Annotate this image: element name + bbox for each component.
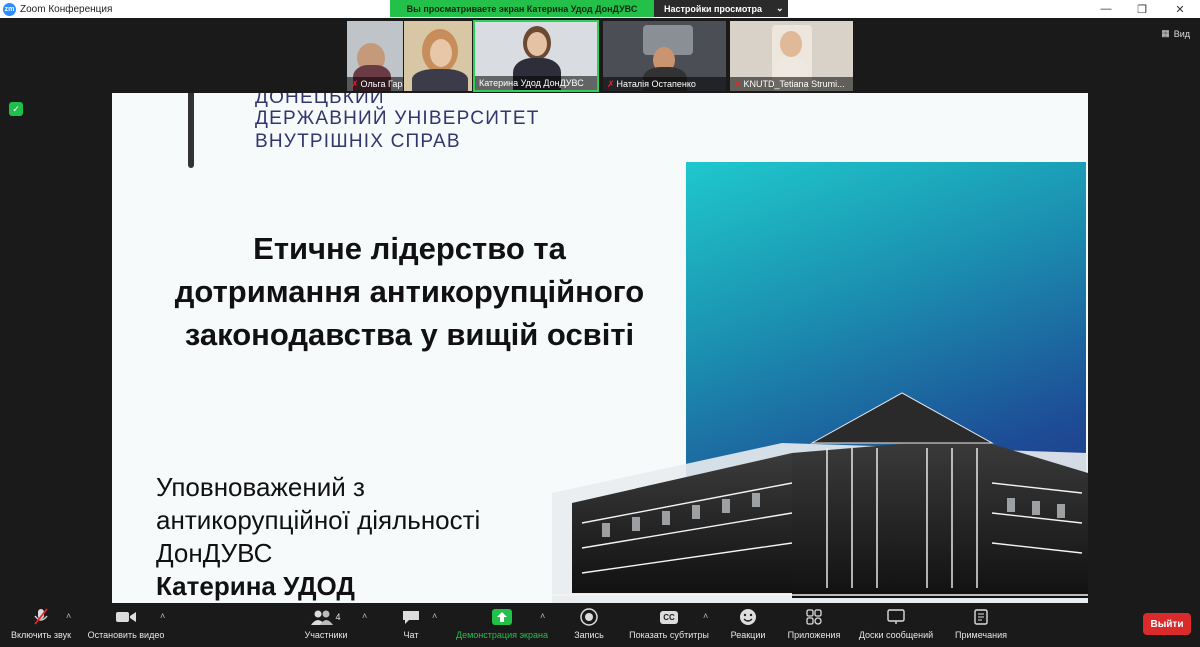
mic-muted-icon: ✗: [607, 78, 615, 89]
mic-muted-icon: [33, 607, 49, 627]
zoom-logo-icon: zm: [3, 2, 16, 16]
participant-name: Наталiя Остапенко: [616, 79, 696, 89]
participant-name: Катерина Удод ДонДУВС: [479, 78, 584, 88]
university-building-illustration: [552, 392, 1088, 603]
chevron-up-icon[interactable]: ˄: [540, 611, 545, 621]
university-line: ВНУТРІШНІХ СПРАВ: [255, 131, 461, 152]
participant-tile[interactable]: ✗ Наталiя Остапенко: [602, 20, 727, 92]
mic-muted-icon: ✗: [351, 78, 359, 89]
whiteboard-icon: [887, 607, 905, 627]
share-screen-button[interactable]: Демонстрация экрана: [452, 607, 552, 640]
participant-name: KNUTD_Tetiana Strumi...: [743, 79, 845, 89]
notes-icon: [974, 607, 988, 627]
university-line: ДОНЕЦЬКИЙ: [255, 93, 385, 108]
whiteboards-button[interactable]: Доски сообщений: [855, 607, 937, 640]
title-line: законодавства у вищій освіті: [184, 317, 635, 352]
unmute-label: Включить звук: [10, 630, 72, 640]
leave-button[interactable]: Выйти: [1143, 613, 1191, 635]
title-line: Етичне лідерство та: [253, 231, 566, 266]
chevron-up-icon[interactable]: ˄: [432, 611, 437, 621]
stop-video-button[interactable]: Остановить видео: [86, 607, 166, 640]
cc-icon: CC: [660, 607, 678, 627]
minimize-icon[interactable]: —: [1088, 0, 1124, 18]
participant-tile[interactable]: [403, 20, 473, 92]
chat-icon: [402, 607, 420, 627]
meeting-toolbar: Включить звук ˄ Остановить видео ˄ 4 Уча…: [0, 603, 1200, 647]
view-label: Вид: [1173, 28, 1190, 39]
stop-video-label: Остановить видео: [87, 630, 165, 640]
grid-view-icon: ▦: [1161, 28, 1170, 38]
share-screen-icon: [492, 607, 512, 627]
author-block: Уповноважений з антикорупційної діяльнос…: [156, 471, 480, 603]
author-line: антикорупційної діяльності: [156, 505, 481, 535]
share-banner: Вы просматриваете экран Катерина Удод До…: [390, 0, 654, 17]
maximize-icon[interactable]: ❐: [1124, 0, 1160, 18]
mic-muted-icon: ✗: [734, 78, 742, 89]
whiteboards-label: Доски сообщений: [858, 630, 934, 640]
chat-label: Чат: [403, 630, 419, 640]
reactions-icon: [739, 607, 757, 627]
zoom-window: zm Zoom Конференция Вы просматриваете эк…: [0, 0, 1200, 647]
chevron-down-icon: ⌄: [776, 3, 784, 13]
participant-tile-active-speaker[interactable]: Катерина Удод ДонДУВС: [473, 20, 599, 92]
author-line: Уповноважений з: [156, 472, 365, 502]
chevron-up-icon[interactable]: ˄: [160, 611, 165, 621]
shield-icon[interactable]: ✓: [9, 102, 23, 116]
app-title: Zoom Конференция: [20, 3, 113, 15]
video-icon: [116, 607, 136, 627]
author-name: Катерина УДОД: [156, 571, 355, 601]
record-button[interactable]: Запись: [571, 607, 607, 640]
view-settings-button[interactable]: Настройки просмотра ⌄: [654, 0, 788, 17]
chevron-up-icon[interactable]: ˄: [362, 611, 367, 621]
chevron-up-icon[interactable]: ˄: [703, 611, 708, 621]
participants-icon: 4: [311, 607, 341, 627]
view-settings-label: Настройки просмотра: [664, 3, 763, 14]
title-bar: zm Zoom Конференция Вы просматриваете эк…: [0, 0, 1200, 18]
participants-count: 4: [335, 612, 341, 622]
slide-title: Етичне лідерство та дотримання антикоруп…: [132, 227, 687, 356]
reactions-label: Реакции: [730, 630, 766, 640]
record-label: Запись: [574, 630, 604, 640]
chat-button[interactable]: Чат: [399, 607, 423, 640]
record-icon: [580, 607, 598, 627]
participants-label: Участники: [304, 630, 348, 640]
share-screen-label: Демонстрация экрана: [456, 630, 548, 640]
apps-label: Приложения: [787, 630, 841, 640]
close-icon[interactable]: ✕: [1162, 0, 1198, 18]
subtitles-label: Показать субтитры: [629, 630, 709, 640]
title-line: дотримання антикорупційного: [174, 274, 645, 309]
notes-button[interactable]: Примечания: [952, 607, 1010, 640]
subtitles-button[interactable]: CC Показать субтитры: [626, 607, 712, 640]
logo-bar: [188, 93, 194, 168]
apps-icon: [806, 607, 822, 627]
university-line: ДЕРЖАВНИЙ УНІВЕРСИТЕТ: [255, 108, 540, 129]
participant-tile[interactable]: ✗ KNUTD_Tetiana Strumi...: [729, 20, 854, 92]
view-button[interactable]: ▦ Вид: [1161, 28, 1190, 39]
shared-screen: ДОНЕЦЬКИЙ ДЕРЖАВНИЙ УНІВЕРСИТЕТ ВНУТРІШН…: [112, 93, 1088, 603]
unmute-button[interactable]: Включить звук: [8, 607, 74, 640]
participants-button[interactable]: 4 Участники: [302, 607, 350, 640]
apps-button[interactable]: Приложения: [785, 607, 843, 640]
author-line: ДонДУВС: [156, 538, 273, 568]
participant-strip: ✗ Ольга Гаранiна Катерина Удод ДонДУВС ✗: [0, 18, 1200, 93]
reactions-button[interactable]: Реакции: [728, 607, 768, 640]
chevron-up-icon[interactable]: ˄: [66, 611, 71, 621]
notes-label: Примечания: [955, 630, 1007, 640]
